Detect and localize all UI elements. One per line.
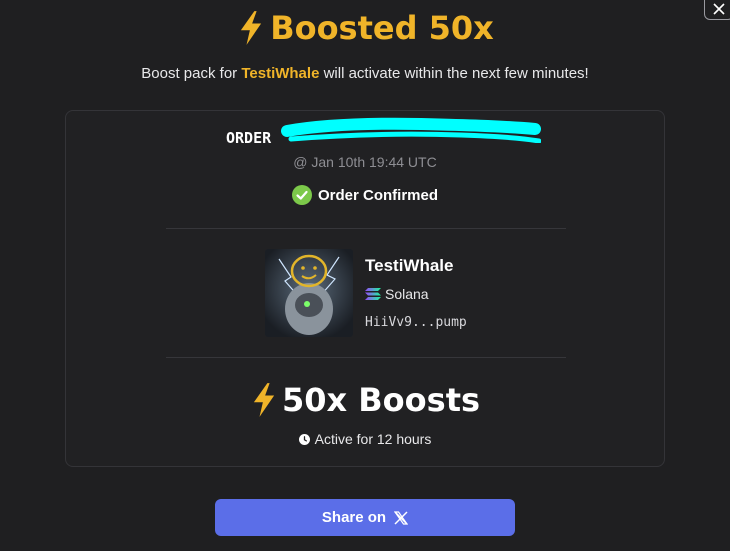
check-circle-icon (291, 185, 312, 205)
subtitle-prefix: Boost pack for (141, 65, 242, 82)
share-label: Share on (321, 509, 387, 526)
clock-icon (298, 433, 310, 445)
subtitle-suffix: will activate within the next few minute… (319, 65, 589, 82)
subtitle: Boost pack for TestiWhale will activate … (0, 65, 730, 82)
order-label: ORDER (226, 129, 272, 147)
order-status: Order Confirmed (66, 185, 664, 205)
boost-duration-text: Active for 12 hours (314, 431, 432, 447)
x-logo-icon (394, 510, 409, 525)
redaction-mark (281, 117, 541, 143)
token-address: HiiVv9...pump (365, 315, 467, 330)
boost-amount-text: 50x Boosts (281, 381, 481, 419)
share-on-x-button[interactable]: Share on (215, 499, 515, 536)
subtitle-token-name: TestiWhale (241, 65, 320, 82)
title-text: Boosted 50x (270, 9, 494, 47)
token-image (265, 249, 353, 337)
order-id: ORDER (226, 129, 271, 147)
order-card: ORDER @ Jan 10th 19:44 UTC Order Confirm… (65, 110, 665, 467)
page-title: Boosted 50x (0, 9, 730, 47)
boost-amount: 50x Boosts (66, 381, 664, 419)
token-chain: Solana (365, 286, 429, 302)
boost-duration: Active for 12 hours (66, 431, 664, 447)
chain-label: Solana (385, 286, 429, 302)
order-timestamp: @ Jan 10th 19:44 UTC (293, 154, 437, 170)
solana-icon (365, 288, 381, 300)
lightning-icon (241, 11, 262, 45)
divider (166, 228, 566, 229)
token-name: TestiWhale (365, 256, 454, 275)
divider (166, 357, 566, 358)
order-status-text: Order Confirmed (317, 186, 438, 204)
lightning-icon (253, 383, 275, 417)
